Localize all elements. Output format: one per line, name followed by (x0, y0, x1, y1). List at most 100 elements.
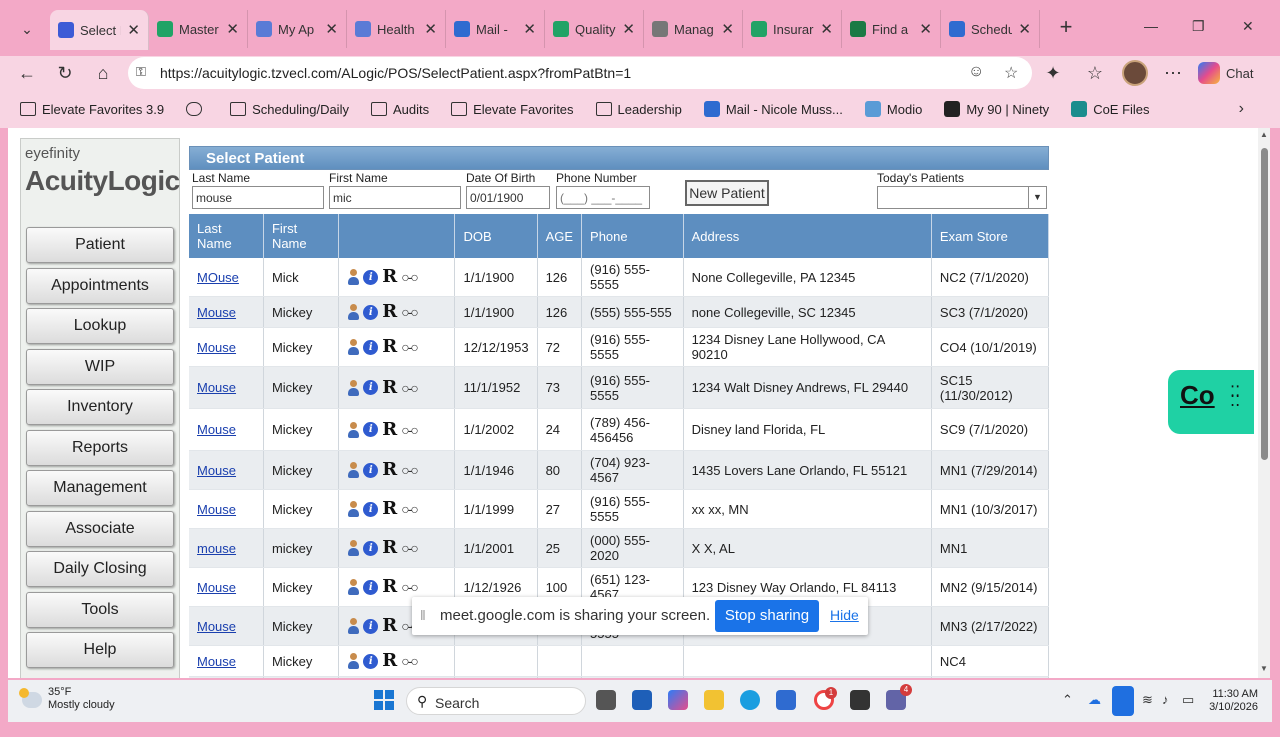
patient-link[interactable]: Mouse (197, 580, 236, 595)
patient-profile-icon[interactable] (347, 379, 360, 396)
battery-icon[interactable]: ▭ (1182, 692, 1194, 708)
col-last-name[interactable]: Last Name (189, 214, 264, 258)
patient-link[interactable]: Mouse (197, 619, 236, 634)
url-text[interactable]: https://acuitylogic.tzvecl.com/ALogic/PO… (160, 65, 631, 81)
chevron-right-icon[interactable]: › (1239, 100, 1244, 118)
col-age[interactable]: AGE (537, 214, 583, 258)
nav-button-inventory[interactable]: Inventory (26, 389, 174, 425)
reader-icon[interactable]: ☺ (968, 63, 984, 81)
patient-profile-icon[interactable] (347, 653, 360, 670)
refresh-icon[interactable]: ↻ (52, 61, 78, 85)
table-row[interactable]: Mouse Mickey i R ○-○ 11/1/1952 73 (916) 555-555… (189, 366, 1050, 409)
browser-tab[interactable]: Manag ✕ (644, 10, 743, 48)
prescription-icon[interactable]: R (382, 578, 397, 596)
restore-icon[interactable]: ❐ (1192, 18, 1205, 35)
table-row[interactable]: Mouse Mickey i R ○-○ 1/1/2002 24 (789) 456-4564… (189, 408, 1050, 451)
prescription-icon[interactable]: R (382, 303, 397, 321)
patient-profile-icon[interactable] (347, 421, 360, 438)
table-row[interactable]: mouse mickey i R ○-○ 1/1/2001 25 (000) 555-2020… (189, 528, 1050, 568)
col-first-name[interactable]: First Name (263, 214, 340, 258)
browser-tab[interactable]: Master ✕ (149, 10, 248, 48)
favorite-item[interactable]: CoE Files (1071, 101, 1150, 117)
drag-handle-icon[interactable]: ‖ (420, 607, 426, 623)
first-name-input[interactable] (329, 186, 461, 209)
info-icon[interactable]: i (363, 653, 379, 669)
copilot-taskbar-icon[interactable] (668, 690, 688, 710)
info-icon[interactable]: i (363, 380, 379, 396)
browser-tab[interactable]: Schedu ✕ (941, 10, 1040, 48)
table-row[interactable]: MouseMickeyiR○-○1/1/201016(507) 555-5555… (189, 676, 1050, 678)
patient-link[interactable]: Mouse (197, 502, 236, 517)
browser-tab[interactable]: My Ap ✕ (248, 10, 347, 48)
close-tab-icon[interactable]: ✕ (226, 20, 239, 38)
microphone-icon[interactable] (1112, 686, 1134, 716)
new-tab-button[interactable]: + (1052, 14, 1080, 42)
nav-button-management[interactable]: Management (26, 470, 174, 506)
patient-profile-icon[interactable] (347, 269, 360, 286)
info-icon[interactable]: i (363, 462, 379, 478)
volume-icon[interactable]: ♪ (1162, 692, 1169, 707)
glasses-icon[interactable]: ○-○ (401, 269, 419, 285)
table-row[interactable]: MOuse Mick i R ○-○ 1/1/1900 126 (916) 555-5555 N… (189, 258, 1050, 297)
nav-button-appointments[interactable]: Appointments (26, 267, 174, 304)
favorite-item[interactable]: Scheduling/Daily (230, 102, 349, 117)
nav-button-wip[interactable]: WIP (26, 348, 174, 385)
patient-link[interactable]: MOuse (197, 270, 239, 285)
back-icon[interactable]: ← (14, 61, 40, 85)
col-address[interactable]: Address (683, 214, 932, 258)
info-icon[interactable]: i (363, 540, 379, 556)
weather-widget[interactable]: 35°F Mostly cloudy (19, 686, 115, 712)
patient-link[interactable]: Mouse (197, 305, 236, 320)
patient-profile-icon[interactable] (347, 501, 360, 518)
close-tab-icon[interactable]: ✕ (127, 21, 140, 39)
nav-button-daily-closing[interactable]: Daily Closing (26, 551, 174, 587)
close-tab-icon[interactable]: ✕ (523, 20, 536, 38)
stop-sharing-button[interactable]: Stop sharing (715, 600, 819, 632)
favorites-icon[interactable]: ☆ (1082, 61, 1108, 85)
minimize-icon[interactable]: — (1144, 18, 1158, 34)
phone-input[interactable] (556, 186, 650, 209)
patient-link[interactable]: Mouse (197, 340, 236, 355)
dob-input[interactable] (466, 186, 550, 209)
patient-link[interactable]: mouse (197, 541, 236, 556)
nav-button-patient[interactable]: Patient (26, 227, 174, 263)
col-dob[interactable]: DOB (454, 214, 538, 258)
browser-tab[interactable]: Find a ✕ (842, 10, 941, 48)
table-row[interactable]: Mouse Mickey i R ○-○ 1/1/1999 27 (916) 555-5555… (189, 489, 1050, 529)
close-tab-icon[interactable]: ✕ (325, 20, 338, 38)
tray-overflow-icon[interactable]: ⌃ (1062, 692, 1073, 708)
scrollbar-thumb[interactable] (1261, 148, 1268, 460)
co-widget[interactable]: Co ⁚⁚ ⁚⁚ (1168, 370, 1254, 434)
home-icon[interactable]: ⌂ (90, 61, 116, 85)
favorite-item[interactable]: Modio (864, 101, 922, 117)
extensions-icon[interactable]: ✦ (1040, 61, 1066, 85)
new-patient-button[interactable]: New Patient (685, 180, 769, 206)
patient-link[interactable]: Mouse (197, 654, 236, 669)
favorite-item[interactable]: Mail - Nicole Muss... (703, 101, 843, 117)
favorite-item[interactable] (186, 102, 208, 116)
info-icon[interactable]: i (363, 618, 379, 634)
prescription-icon[interactable]: R (382, 461, 397, 479)
glasses-icon[interactable]: ○-○ (401, 339, 419, 355)
glasses-icon[interactable]: ○-○ (401, 501, 419, 517)
prescription-icon[interactable]: R (382, 338, 397, 356)
scroll-down-icon[interactable]: ▼ (1260, 664, 1268, 673)
col-exam-store[interactable]: Exam Store (931, 214, 1050, 258)
glasses-icon[interactable]: ○-○ (401, 653, 419, 669)
patient-profile-icon[interactable] (347, 339, 360, 356)
patient-profile-icon[interactable] (347, 540, 360, 557)
address-bar[interactable]: ⚿ https://acuitylogic.tzvecl.com/ALogic/… (128, 57, 1032, 89)
task-view-icon[interactable] (596, 690, 616, 710)
copilot-chat-button[interactable]: Chat (1198, 60, 1253, 86)
patient-link[interactable]: Mouse (197, 463, 236, 478)
table-row[interactable]: Mouse Mickey i R ○-○ 1/1/1900 126 (555) 555-555… (189, 296, 1050, 328)
table-row[interactable]: Mouse Mickey i R ○-○ 12/12/1953 72 (916) 555-55… (189, 327, 1050, 367)
prescription-icon[interactable]: R (382, 652, 397, 670)
patient-profile-icon[interactable] (347, 462, 360, 479)
page-scrollbar[interactable]: ▲ ▼ (1258, 128, 1270, 678)
favorite-item[interactable]: Elevate Favorites 3.9 (20, 102, 164, 117)
system-clock[interactable]: 11:30 AM 3/10/2026 (1208, 688, 1258, 714)
info-icon[interactable]: i (363, 579, 379, 595)
table-row[interactable]: Mouse Mickey i R ○-○ 1/1/1946 80 (704) 923-4567… (189, 450, 1050, 490)
patient-profile-icon[interactable] (347, 618, 360, 635)
